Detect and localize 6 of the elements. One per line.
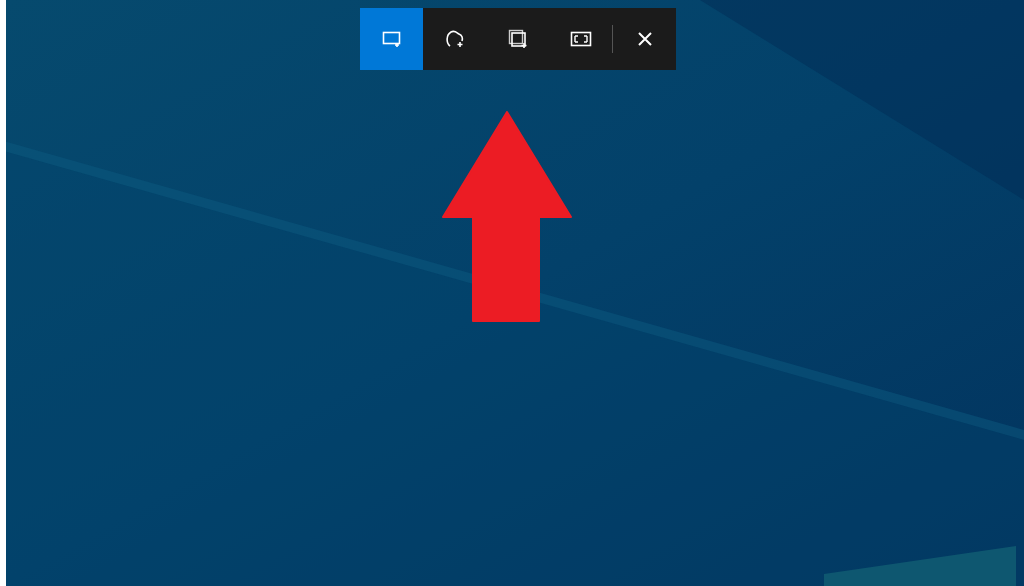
rectangle-snip-icon: [381, 30, 402, 48]
fullscreen-snip-icon: [569, 30, 592, 48]
freeform-snip-icon: [444, 29, 465, 49]
window-snip-icon: [507, 29, 528, 49]
arrow-icon: [441, 111, 573, 323]
close-icon: [636, 31, 653, 47]
